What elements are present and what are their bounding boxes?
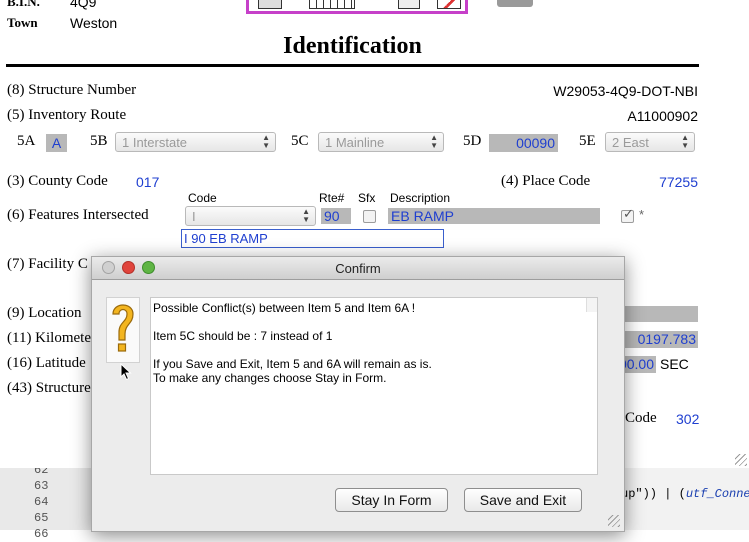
feature-rte-field[interactable]: 90 bbox=[321, 208, 351, 224]
select-arrows-icon: ▲ ▼ bbox=[681, 133, 689, 150]
dialog-message-line: Possible Conflict(s) between Item 5 and … bbox=[153, 301, 416, 315]
kilometer-point-field[interactable]: 0197.783 bbox=[618, 331, 698, 348]
item-5e-select[interactable]: 2 East ▲ ▼ bbox=[605, 132, 695, 152]
resize-grip-icon[interactable] bbox=[735, 454, 747, 466]
line-number: 65 bbox=[34, 511, 49, 525]
feature-sfx-checkbox[interactable] bbox=[363, 210, 376, 223]
structure-number-label: (8) Structure Number bbox=[7, 82, 137, 98]
code-fragment-italic: utf_Connecte bbox=[685, 487, 749, 501]
inventory-route-label: (5) Inventory Route bbox=[7, 107, 127, 123]
column-header-code: Code bbox=[188, 191, 217, 205]
dialog-message-line bbox=[153, 315, 597, 329]
location-field[interactable] bbox=[618, 306, 698, 322]
latitude-seconds-unit: SEC bbox=[660, 356, 689, 372]
checkmark-icon: ✓ bbox=[623, 206, 634, 221]
line-number: 63 bbox=[34, 479, 49, 493]
toolbar bbox=[246, 0, 468, 14]
facility-carried-label: (7) Facility C bbox=[7, 256, 88, 272]
column-header-rte: Rte# bbox=[319, 191, 345, 205]
latitude-label: (16) Latitude bbox=[7, 355, 86, 371]
line-number: 66 bbox=[34, 527, 49, 541]
item-5b-select[interactable]: 1 Interstate ▲ ▼ bbox=[115, 132, 276, 152]
item-5e-label: 5E bbox=[579, 133, 596, 149]
item-5b-value: 1 Interstate bbox=[122, 135, 188, 150]
code-fragment: up")) | ( bbox=[621, 487, 686, 501]
structure-type-label: (43) Structure bbox=[7, 380, 91, 396]
column-header-description: Description bbox=[390, 191, 451, 205]
question-mark-icon bbox=[106, 297, 140, 363]
code-value: 302 bbox=[676, 411, 700, 427]
bin-label: B.I.N. bbox=[7, 0, 40, 9]
item-5c-value: 1 Mainline bbox=[325, 135, 385, 150]
place-code-value: 77255 bbox=[659, 174, 698, 190]
printer-icon[interactable] bbox=[497, 0, 533, 7]
select-arrows-icon: ▲ ▼ bbox=[430, 133, 438, 150]
features-intersected-label: (6) Features Intersected bbox=[7, 207, 149, 223]
dialog-message-line: If you Save and Exit, Item 5 and 6A will… bbox=[153, 357, 432, 371]
feature-code-value: I bbox=[192, 209, 196, 224]
dialog-resize-grip-icon[interactable] bbox=[608, 515, 620, 527]
item-5e-value: 2 East bbox=[612, 135, 649, 150]
mouse-cursor-icon bbox=[120, 362, 132, 386]
feature-code-select[interactable]: I ▲ ▼ bbox=[185, 206, 316, 226]
dialog-titlebar[interactable]: Confirm bbox=[92, 257, 624, 280]
bin-value: 4Q9 bbox=[70, 0, 97, 10]
item-5a-field[interactable]: A bbox=[46, 134, 67, 152]
item-5d-label: 5D bbox=[463, 133, 482, 149]
item-5c-select[interactable]: 1 Mainline ▲ ▼ bbox=[318, 132, 444, 152]
save-and-exit-button[interactable]: Save and Exit bbox=[464, 488, 582, 512]
feature-combined-field[interactable]: I 90 EB RAMP bbox=[181, 229, 444, 248]
inventory-route-value: A11000902 bbox=[627, 108, 698, 124]
feature-description-field[interactable]: EB RAMP bbox=[388, 208, 600, 224]
county-code-label: (3) County Code bbox=[7, 173, 108, 189]
dialog-message-line: To make any changes choose Stay in Form. bbox=[153, 371, 387, 385]
item-5b-label: 5B bbox=[90, 133, 108, 149]
structure-number-value: W29053-4Q9-DOT-NBI bbox=[553, 83, 698, 99]
code-label: Code bbox=[625, 410, 657, 426]
dialog-title: Confirm bbox=[335, 261, 381, 276]
place-code-label: (4) Place Code bbox=[501, 173, 591, 189]
section-title: Identification bbox=[283, 33, 422, 59]
delete-icon[interactable] bbox=[437, 0, 461, 9]
item-5d-field[interactable]: 00090 bbox=[489, 134, 558, 152]
kilometer-point-label: (11) Kilomete bbox=[7, 330, 92, 346]
section-divider bbox=[6, 64, 699, 67]
confirm-dialog: Confirm Possible Conflict(s) between Ite… bbox=[91, 256, 625, 532]
dialog-message-line: Item 5C should be : 7 instead of 1 bbox=[153, 329, 333, 343]
save-icon[interactable] bbox=[258, 0, 282, 9]
item-5c-label: 5C bbox=[291, 133, 309, 149]
stay-in-form-button[interactable]: Stay In Form bbox=[335, 488, 448, 512]
item-5a-label: 5A bbox=[17, 133, 36, 149]
dialog-message-box: Possible Conflict(s) between Item 5 and … bbox=[150, 297, 598, 475]
town-label: Town bbox=[7, 15, 38, 30]
select-arrows-icon: ▲ ▼ bbox=[262, 133, 270, 150]
dialog-message-line bbox=[153, 343, 597, 357]
message-scrollbar[interactable] bbox=[586, 298, 597, 312]
location-label: (9) Location bbox=[7, 305, 82, 321]
required-star: * bbox=[639, 207, 645, 222]
feature-checked-checkbox[interactable]: ✓ bbox=[621, 206, 634, 223]
table-icon[interactable] bbox=[309, 0, 355, 9]
town-value: Weston bbox=[70, 15, 118, 31]
county-code-value: 017 bbox=[136, 174, 160, 190]
document-icon[interactable] bbox=[398, 0, 420, 9]
line-number: 64 bbox=[34, 495, 49, 509]
column-header-sfx: Sfx bbox=[358, 191, 376, 205]
select-arrows-icon: ▲ ▼ bbox=[302, 207, 310, 224]
